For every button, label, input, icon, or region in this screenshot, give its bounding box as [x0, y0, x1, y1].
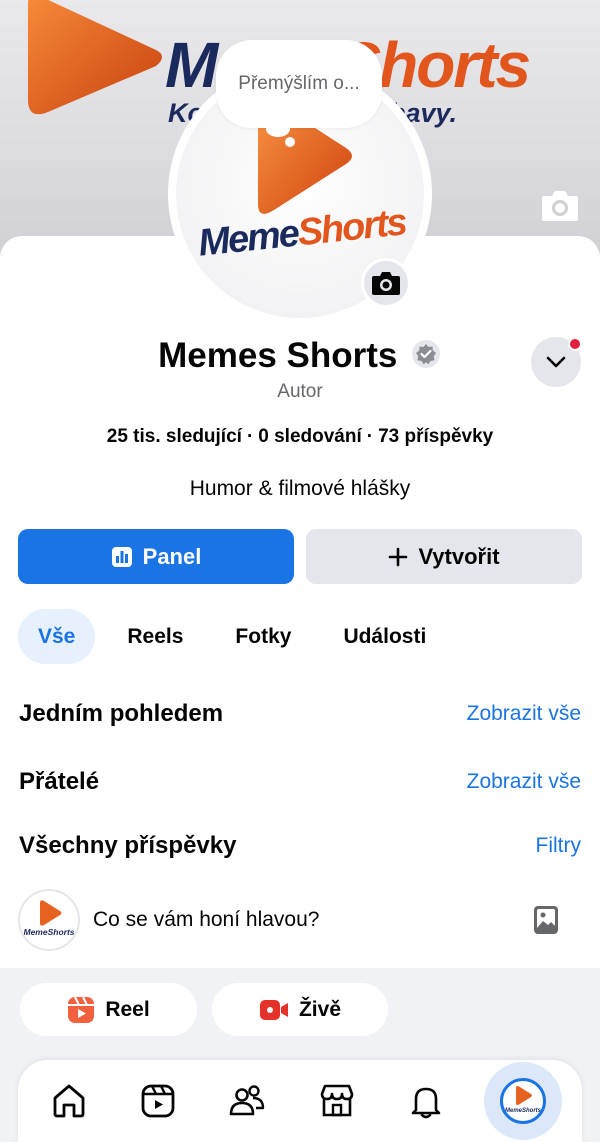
bottom-nav: MemeShorts: [18, 1060, 582, 1142]
posts-count[interactable]: 73 příspěvky: [378, 426, 493, 447]
composer-prompt: Co se vám honí hlavou?: [93, 908, 320, 931]
plus-icon: [388, 547, 408, 567]
nav-friends[interactable]: [216, 1070, 278, 1132]
live-button[interactable]: Živě: [212, 983, 388, 1036]
section-title: Jedním pohledem: [19, 700, 224, 727]
tab-events[interactable]: Události: [323, 609, 446, 664]
profile-name-row: Memes Shorts: [0, 336, 600, 376]
composer-avatar[interactable]: MemeShorts: [18, 889, 80, 951]
create-button-label: Vytvořit: [418, 543, 500, 569]
following-count[interactable]: 0 sledování: [258, 426, 362, 447]
chevron-down-icon: [546, 356, 566, 368]
svg-text:MemeShorts: MemeShorts: [23, 927, 74, 937]
nav-marketplace[interactable]: [306, 1070, 368, 1132]
see-all-link[interactable]: Zobrazit vše: [467, 702, 581, 726]
note-bubble-tail: [266, 121, 290, 137]
section-title: Všechny příspěvky: [19, 832, 237, 859]
profile-bio: Humor & filmové hlášky: [189, 477, 411, 500]
profile-role: Autor: [277, 381, 323, 402]
home-icon: [53, 1084, 85, 1118]
dashboard-button[interactable]: Panel: [18, 529, 294, 584]
nav-profile[interactable]: MemeShorts: [484, 1062, 563, 1140]
photo-icon[interactable]: [530, 904, 562, 936]
filters-link[interactable]: Filtry: [536, 834, 582, 858]
create-button[interactable]: Vytvořit: [306, 529, 582, 584]
profile-tabs: Vše Reels Fotky Události: [18, 609, 458, 664]
profile-avatar: MemeShorts: [500, 1078, 547, 1124]
tab-all[interactable]: Vše: [18, 609, 96, 664]
nav-video[interactable]: [127, 1070, 189, 1132]
nav-home[interactable]: [38, 1070, 100, 1132]
marketplace-icon: [320, 1084, 353, 1117]
nav-notifications[interactable]: [395, 1070, 457, 1132]
post-composer[interactable]: MemeShorts Co se vám honí hlavou?: [18, 889, 582, 951]
stats-separator: ·: [246, 426, 254, 447]
reel-icon: [67, 996, 95, 1024]
reel-button-label: Reel: [105, 997, 150, 1021]
followers-count[interactable]: 25 tis. sledující: [107, 426, 242, 447]
section-friends: Přátelé Zobrazit vše: [19, 768, 581, 796]
tab-photos[interactable]: Fotky: [215, 609, 311, 664]
dashboard-button-label: Panel: [142, 543, 202, 569]
verified-badge-icon[interactable]: [410, 338, 442, 370]
brand-logo-icon: MemeShorts: [505, 1086, 542, 1114]
camera-icon[interactable]: [540, 187, 580, 223]
camera-icon: [372, 272, 400, 295]
cover-play-logo-icon: [28, 0, 162, 115]
friends-icon: [230, 1085, 265, 1116]
live-button-label: Živě: [298, 997, 342, 1021]
section-all-posts: Všechny příspěvky Filtry: [19, 832, 581, 860]
video-icon: [141, 1084, 175, 1118]
section-title: Přátelé: [19, 768, 100, 795]
dashboard-icon: [111, 546, 133, 568]
section-at-a-glance: Jedním pohledem Zobrazit vše: [19, 700, 581, 728]
brand-logo-icon: MemeShorts: [23, 900, 75, 937]
profile-stats: 25 tis. sledující · 0 sledování · 73 příspěv…: [0, 426, 600, 448]
live-video-icon: [259, 999, 289, 1021]
bell-icon: [411, 1087, 441, 1119]
reel-button[interactable]: Reel: [20, 983, 197, 1036]
note-bubble[interactable]: Přemýšlím o...: [216, 40, 382, 128]
tab-reels[interactable]: Reels: [107, 609, 203, 664]
avatar-camera-button[interactable]: [361, 258, 411, 308]
notification-dot: [568, 337, 582, 351]
svg-text:MemeShorts: MemeShorts: [505, 1108, 542, 1114]
stats-separator: ·: [366, 426, 374, 447]
see-all-link[interactable]: Zobrazit vše: [467, 770, 581, 794]
profile-name: Memes Shorts: [158, 336, 398, 375]
